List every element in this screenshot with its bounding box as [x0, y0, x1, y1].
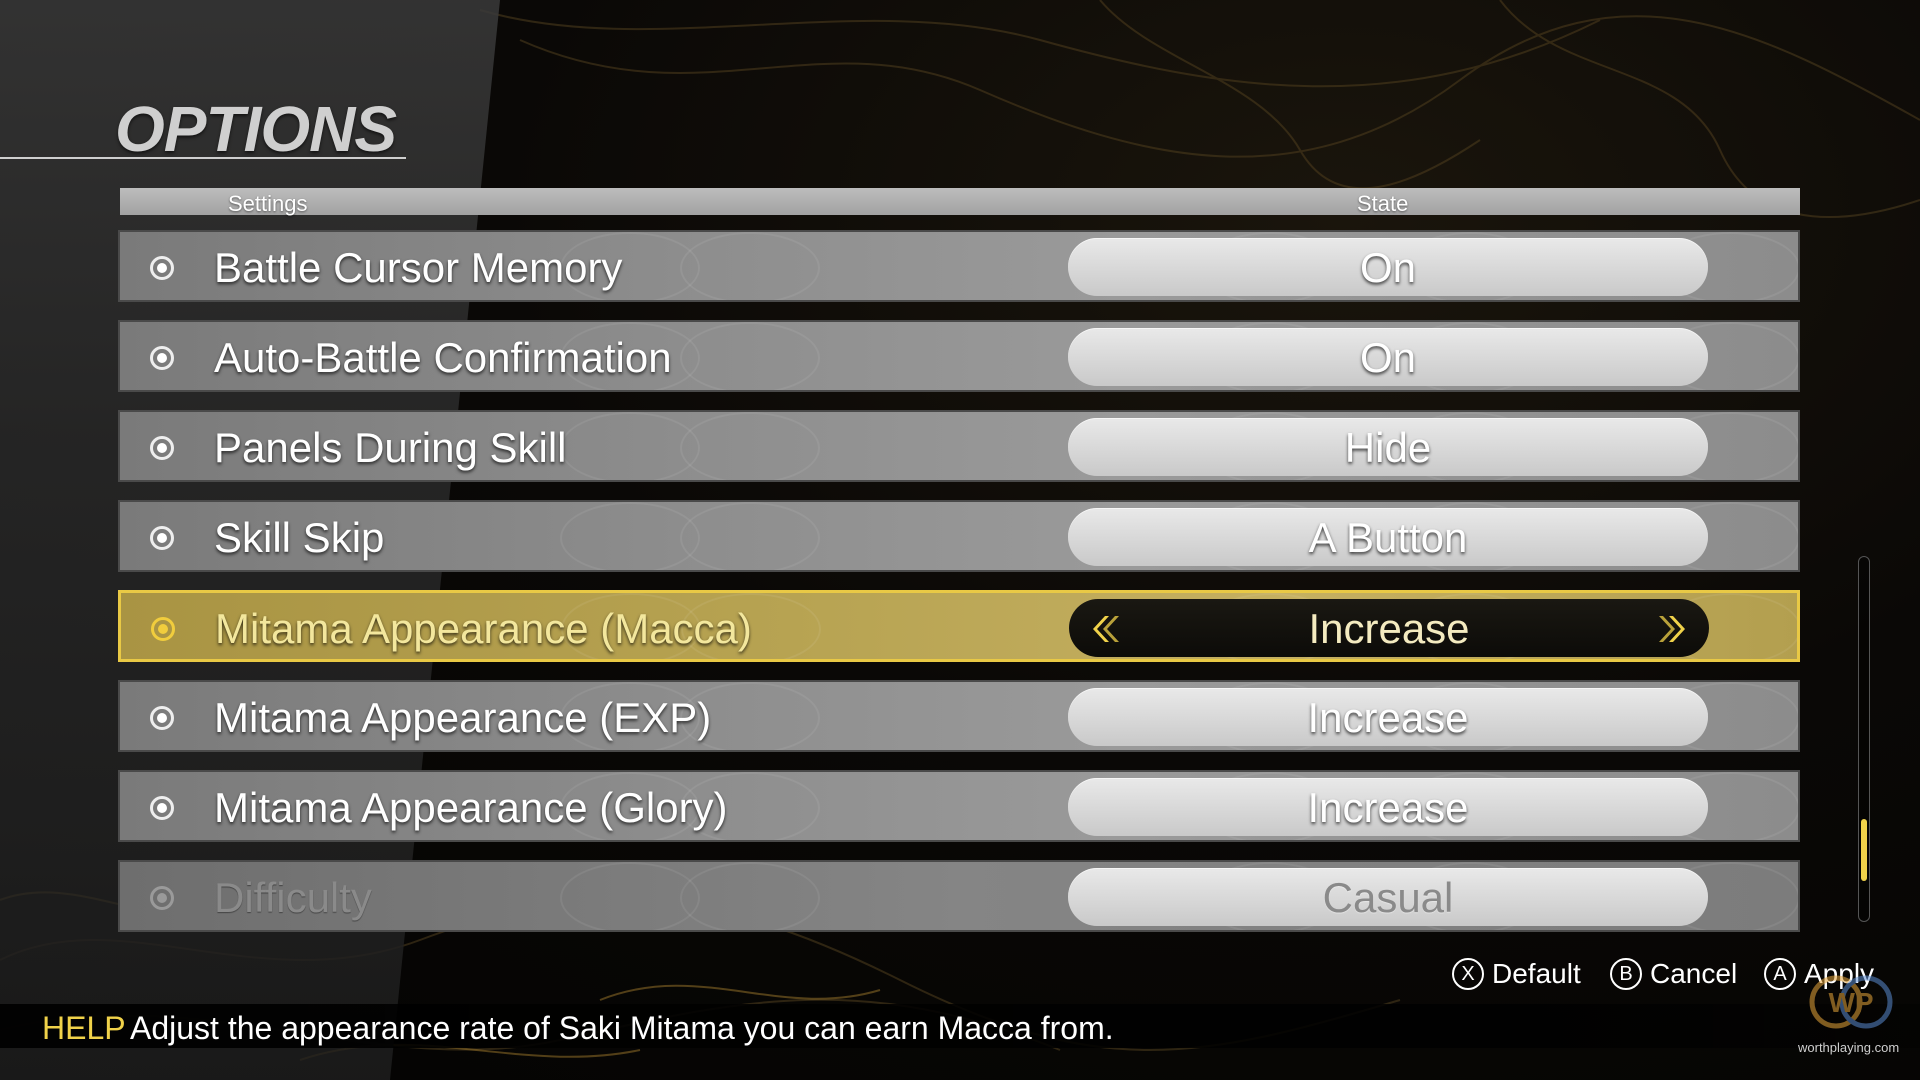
x-button-icon: X [1452, 958, 1484, 990]
option-row[interactable]: Skill Skip A Button [118, 500, 1800, 572]
scrollbar-thumb[interactable] [1861, 819, 1867, 881]
default-button[interactable]: X Default [1452, 958, 1581, 990]
swirl-decoration [680, 232, 820, 300]
watermark-logo-text: WP [1828, 987, 1873, 1018]
swirl-decoration [680, 862, 820, 930]
default-label: Default [1492, 958, 1581, 989]
cancel-label: Cancel [1650, 958, 1738, 989]
swirl-decoration [680, 322, 820, 390]
option-value-pill[interactable]: On [1068, 238, 1708, 296]
option-value-pill[interactable]: A Button [1068, 508, 1708, 566]
swirl-decoration [560, 412, 700, 480]
page-title: OPTIONS [115, 93, 397, 165]
option-value: Increase [1307, 784, 1469, 831]
title-underline [0, 157, 406, 159]
radio-dot-icon [150, 436, 174, 460]
radio-dot-icon [150, 706, 174, 730]
radio-dot-icon [150, 526, 174, 550]
swirl-decoration [560, 502, 700, 570]
cancel-button[interactable]: B Cancel [1610, 958, 1737, 990]
option-label: Auto-Battle Confirmation [214, 334, 672, 381]
option-row[interactable]: Mitama Appearance (EXP) Increase [118, 680, 1800, 752]
option-value: Increase [1307, 694, 1469, 741]
option-value-pill[interactable]: Increase [1068, 688, 1708, 746]
option-row[interactable]: Mitama Appearance (Glory) Increase [118, 770, 1800, 842]
help-text: Adjust the appearance rate of Saki Mitam… [130, 1010, 1114, 1046]
option-value: On [1359, 334, 1417, 381]
scrollbar-track[interactable] [1858, 556, 1870, 922]
option-value-pill[interactable]: Hide [1068, 418, 1708, 476]
b-button-icon: B [1610, 958, 1642, 990]
help-bar: HELP Adjust the appearance rate of Saki … [0, 1004, 1920, 1048]
option-row[interactable]: Auto-Battle Confirmation On [118, 320, 1800, 392]
radio-dot-icon [150, 886, 174, 910]
option-row-selected[interactable]: Mitama Appearance (Macca) Increase [118, 590, 1800, 662]
option-label: Mitama Appearance (Macca) [215, 605, 752, 652]
option-label: Mitama Appearance (EXP) [214, 694, 712, 741]
watermark-logo: WP [1809, 975, 1893, 1029]
settings-column-header: Settings [228, 191, 308, 216]
option-value-pill[interactable]: On [1068, 328, 1708, 386]
swirl-decoration [680, 502, 820, 570]
radio-dot-icon [151, 617, 175, 641]
option-row[interactable]: Battle Cursor Memory On [118, 230, 1800, 302]
watermark-text: worthplaying.com [1798, 1040, 1900, 1055]
a-button-icon: A [1764, 958, 1796, 990]
option-row-disabled: Difficulty Casual [118, 860, 1800, 932]
state-column-header: State [1357, 191, 1409, 216]
option-label: Mitama Appearance (Glory) [214, 784, 728, 831]
option-value: On [1359, 244, 1417, 291]
swirl-decoration [560, 862, 700, 930]
option-value-selector[interactable]: Increase [1069, 599, 1709, 657]
option-label: Skill Skip [214, 514, 385, 561]
help-label: HELP [42, 1010, 126, 1046]
radio-dot-icon [150, 796, 174, 820]
double-chevron-right-icon[interactable] [1657, 612, 1691, 646]
option-value: Casual [1322, 874, 1454, 921]
option-label: Difficulty [214, 874, 372, 921]
option-row[interactable]: Panels During Skill Hide [118, 410, 1800, 482]
option-value-pill[interactable]: Increase [1068, 778, 1708, 836]
option-value-pill: Casual [1068, 868, 1708, 926]
option-value: Increase [1308, 605, 1470, 652]
radio-dot-icon [150, 256, 174, 280]
option-value: A Button [1308, 514, 1468, 561]
radio-dot-icon [150, 346, 174, 370]
swirl-decoration [680, 412, 820, 480]
option-label: Battle Cursor Memory [214, 244, 623, 291]
option-value: Hide [1344, 424, 1432, 471]
option-label: Panels During Skill [214, 424, 567, 471]
table-header: Settings State [120, 188, 1800, 216]
